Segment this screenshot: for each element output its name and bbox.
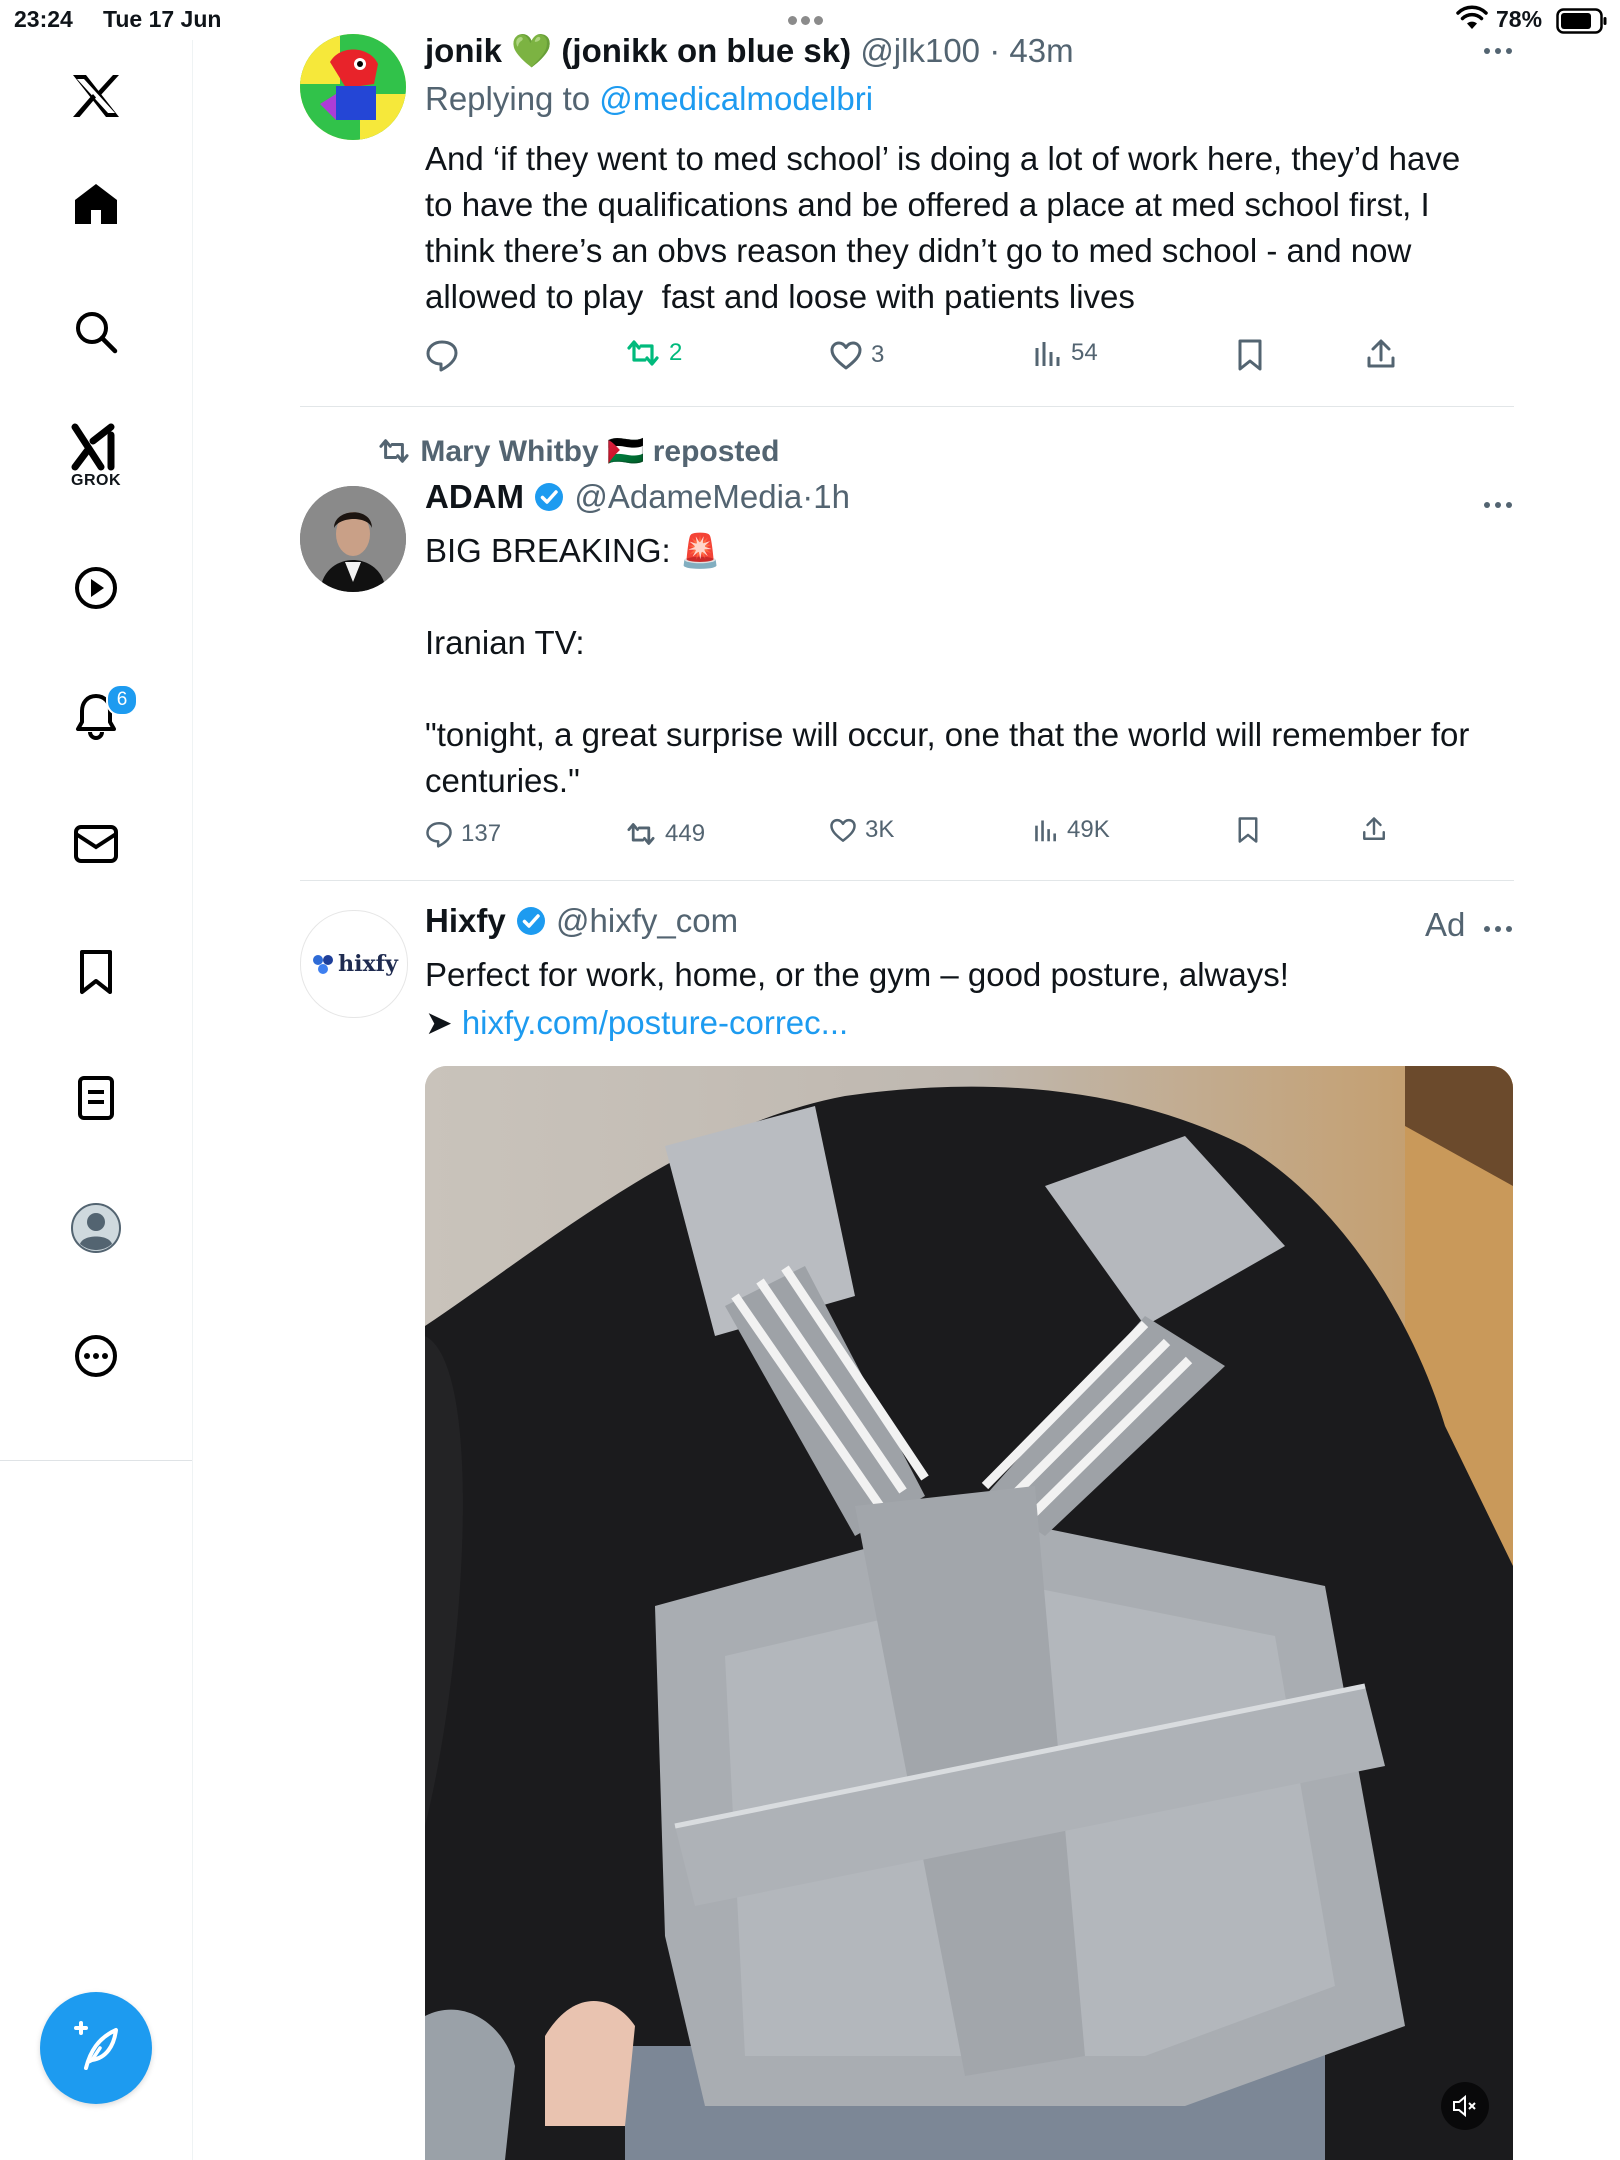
status-date: Tue 17 Jun (103, 6, 222, 32)
reply-icon (426, 822, 452, 848)
x-logo-icon[interactable] (54, 54, 138, 138)
replying-to-handle[interactable]: @medicalmodelbri (599, 80, 873, 117)
tweet-actions: 137 449 3K 49K (425, 816, 1505, 860)
timestamp[interactable]: 1h (813, 478, 850, 515)
ad-video[interactable] (425, 1066, 1513, 2160)
share-button[interactable] (1365, 338, 1405, 370)
like-button[interactable]: 3K (829, 816, 894, 844)
avatar[interactable] (300, 486, 406, 592)
analytics-icon (1035, 820, 1056, 842)
repost-label[interactable]: Mary Whitby 🇵🇸 reposted (420, 435, 779, 468)
repost-icon (627, 340, 659, 366)
repost-count: 2 (669, 339, 683, 366)
tweet-header: Hixfy @hixfy_com (425, 902, 738, 940)
search-icon[interactable] (54, 290, 138, 374)
heart-icon (830, 341, 862, 370)
more-options-icon[interactable] (1482, 924, 1514, 934)
repost-icon (379, 439, 409, 463)
ad-label: Ad (1425, 906, 1466, 943)
repost-context: Mary Whitby 🇵🇸 reposted (376, 434, 779, 469)
timestamp[interactable]: 43m (1009, 32, 1073, 69)
tweet-header: ADAM @AdameMedia·1h (425, 478, 850, 515)
like-button[interactable]: 3 (829, 340, 884, 370)
tweet-actions: 2 3 54 (425, 338, 1505, 378)
hixfy-logo-icon (313, 955, 334, 974)
avatar[interactable]: hixfy (300, 910, 408, 1018)
grok-nav-item[interactable]: GROK (54, 416, 138, 500)
mute-button[interactable] (1441, 2082, 1489, 2130)
view-count: 49K (1067, 816, 1110, 843)
tweet-text: Perfect for work, home, or the gym – goo… (425, 956, 1289, 993)
like-count: 3 (871, 341, 885, 368)
profile-avatar-icon[interactable] (54, 1186, 138, 1270)
reply-button[interactable] (425, 338, 467, 372)
bookmark-icon (1238, 817, 1258, 843)
notifications-badge: 6 (106, 684, 138, 716)
video-icon[interactable] (54, 546, 138, 630)
verified-badge-icon (535, 483, 564, 511)
handle[interactable]: @jlk100 (860, 32, 980, 69)
compose-feather-icon (74, 2021, 118, 2070)
avatar[interactable] (300, 34, 406, 140)
replying-to: Replying to @medicalmodelbri (425, 80, 873, 118)
repost-button[interactable]: 449 (625, 820, 705, 848)
status-time: 23:24 (14, 6, 73, 32)
avatar-logo-text: hixfy (338, 951, 398, 977)
more-options-icon[interactable] (54, 1314, 138, 1398)
share-icon (1363, 817, 1385, 840)
wifi-icon (1456, 5, 1488, 29)
views-button[interactable]: 49K (1033, 816, 1110, 844)
notifications-nav-item[interactable]: 6 (54, 674, 138, 758)
share-button[interactable] (1361, 816, 1395, 842)
heart-icon (830, 818, 856, 842)
compose-post-button[interactable] (40, 1992, 152, 2104)
sidebar: GROK 6 (0, 40, 193, 2160)
bookmark-button[interactable] (1237, 816, 1267, 844)
view-count: 54 (1071, 339, 1098, 366)
tweet-header: jonik 💚 (jonikk on blue sk) @jlk100 · 43… (425, 32, 1074, 69)
muted-speaker-icon (1453, 2094, 1476, 2118)
like-count: 3K (865, 816, 895, 843)
analytics-icon (1035, 342, 1060, 366)
ad-link-line: ➤ hixfy.com/posture-correc... (425, 1000, 1495, 1046)
display-name[interactable]: Hixfy (425, 902, 506, 939)
repost-count: 449 (665, 820, 706, 847)
reply-count: 137 (461, 820, 502, 847)
tweet-text: And ‘if they went to med school’ is doin… (425, 140, 1470, 315)
replying-prefix: Replying to (425, 80, 600, 117)
battery-icon (1556, 8, 1607, 34)
multitasking-dots-icon[interactable] (786, 12, 825, 30)
handle[interactable]: @hixfy_com (556, 902, 738, 939)
reply-icon (426, 340, 458, 372)
tweet-text: BIG BREAKING: 🚨 Iranian TV: "tonight, a … (425, 532, 1470, 799)
home-icon[interactable] (54, 162, 138, 246)
sidebar-separator (0, 1460, 192, 1461)
bookmark-button[interactable] (1237, 338, 1271, 372)
more-options-icon[interactable] (1482, 500, 1514, 510)
reply-button[interactable]: 137 (425, 820, 501, 848)
display-name[interactable]: ADAM (425, 478, 524, 515)
share-icon (1367, 339, 1395, 368)
messages-icon[interactable] (54, 802, 138, 886)
bookmark-icon (1238, 339, 1262, 371)
tweet[interactable]: Mary Whitby 🇵🇸 reposted ADAM @AdameMedia… (300, 406, 1514, 880)
more-options-icon[interactable] (1482, 46, 1514, 56)
grok-icon (71, 423, 115, 471)
repost-button[interactable]: 2 (625, 338, 682, 368)
bookmarks-icon[interactable] (54, 930, 138, 1014)
link-arrow: ➤ (425, 1004, 462, 1041)
grok-label: GROK (71, 472, 121, 489)
repost-icon (627, 823, 655, 845)
verified-badge-icon (516, 907, 545, 935)
lists-icon[interactable] (54, 1056, 138, 1140)
display-name[interactable]: jonik 💚 (jonikk on blue sk) (425, 32, 851, 69)
handle[interactable]: @AdameMedia (574, 478, 802, 515)
ad-link[interactable]: hixfy.com/posture-correc... (462, 1004, 848, 1041)
tweet[interactable]: jonik 💚 (jonikk on blue sk) @jlk100 · 43… (300, 32, 1514, 406)
battery-percent: 78% (1496, 6, 1543, 32)
views-button[interactable]: 54 (1033, 338, 1098, 368)
